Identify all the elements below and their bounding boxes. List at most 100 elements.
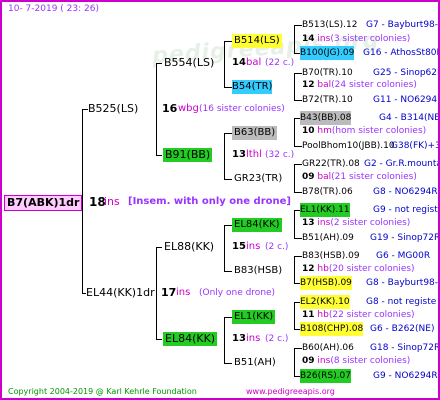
gen4-queen[interactable]: B100(JG).09 <box>300 46 355 60</box>
gen2-note: (2 c.) <box>265 242 289 252</box>
gen3-code: bal <box>317 80 332 90</box>
gen3-note: (20 sister colonies) <box>328 264 415 274</box>
gen4-queen[interactable]: B70(TR).10 <box>302 66 353 80</box>
connector-line <box>294 302 295 329</box>
connector-line <box>294 192 302 193</box>
gen3-queen[interactable]: GR23(TR) <box>234 172 282 186</box>
connector-line <box>294 348 295 376</box>
gen3-note: (8 sister colonies) <box>330 356 411 366</box>
connector-line <box>294 256 302 257</box>
connector-line <box>294 146 302 147</box>
footer-url[interactable]: www.pedigreeapis.org <box>246 385 335 398</box>
gen3-queen[interactable]: B514(LS) <box>232 34 282 48</box>
gen3-note: (22 sister colonies) <box>328 310 415 320</box>
pedigree-frame: pedigreeapis.org 10- 7-2019 ( 23: 26) B7… <box>0 0 440 400</box>
connector-line <box>294 210 295 238</box>
gen4-queen[interactable]: B72(TR).10 <box>302 93 353 107</box>
gen4-info: G7 - Bayburt98-3 <box>366 20 440 30</box>
gen4-queen[interactable]: GR22(TR).08 <box>302 157 360 171</box>
gen4-info: G6 - MG00R <box>376 251 431 261</box>
gen2-number: 15 <box>232 241 246 252</box>
gen3-code: hm <box>317 126 332 136</box>
gen3-number: 09 <box>302 172 315 182</box>
connector-line <box>224 133 225 179</box>
gen4-queen[interactable]: B26(RS).07 <box>300 369 351 383</box>
gen3-queen[interactable]: B83(HSB) <box>234 264 282 278</box>
gen2-queen[interactable]: EL84(KK) <box>163 332 218 346</box>
gen4-queen[interactable]: EL1(KK).11 <box>300 203 350 217</box>
gen1-queen[interactable]: B525(LS) <box>88 102 138 116</box>
gen1-number: 16 <box>162 102 178 115</box>
gen3-number: 09 <box>302 356 315 366</box>
gen4-queen[interactable]: B83(HSB).09 <box>302 249 360 263</box>
gen4-queen[interactable]: PoolBhom10(JBB).10 <box>302 139 395 153</box>
gen2-code: lthl <box>246 149 262 160</box>
connector-line <box>294 73 302 74</box>
gen4-info: G16 - AthosSt80R <box>363 48 440 58</box>
gen4-info: G25 - Sinop62R <box>373 68 440 78</box>
connector-line <box>224 225 232 226</box>
gen4-queen[interactable]: B78(TR).06 <box>302 185 353 199</box>
gen3-queen[interactable]: B63(BB) <box>232 126 278 140</box>
gen2-queen[interactable]: EL88(KK) <box>164 240 214 254</box>
gen4-queen[interactable]: B7(HSB).09 <box>300 276 352 290</box>
gen3-note: (3 sister colonies) <box>330 34 411 44</box>
connector-line <box>294 73 295 100</box>
gen2-queen[interactable]: B554(LS) <box>164 56 214 70</box>
gen1-number: 17 <box>161 286 177 299</box>
gen3-code: ins <box>317 34 331 44</box>
gen4-queen[interactable]: B60(AH).06 <box>302 341 354 355</box>
connector-line <box>294 164 295 192</box>
gen4-info: G8 - Bayburt98-3 <box>366 278 440 288</box>
gen2-number: 13 <box>232 149 246 160</box>
connector-line <box>294 25 295 53</box>
gen2-note: (2 c.) <box>265 334 289 344</box>
gen1-code: wbg <box>178 103 199 114</box>
root-code: ins <box>104 195 120 208</box>
connector-line <box>294 100 302 101</box>
gen4-queen[interactable]: B513(LS).12 <box>302 18 357 32</box>
connector-line <box>294 118 295 146</box>
gen2-code: ins <box>246 333 261 344</box>
gen3-queen[interactable]: B51(AH) <box>234 356 276 370</box>
connector-line <box>224 179 232 180</box>
gen4-info: G19 - Sinop72R <box>370 233 440 243</box>
connector-line <box>224 225 225 271</box>
gen2-number: 13 <box>232 333 246 344</box>
root-note: [Insem. with only one drone] <box>128 196 291 207</box>
gen2-queen[interactable]: B91(BB) <box>163 148 213 162</box>
gen3-code: ins <box>317 218 331 228</box>
gen3-queen[interactable]: B54(TR) <box>232 80 273 94</box>
connector-line <box>294 25 302 26</box>
gen1-note: (16 sister colonies) <box>199 104 285 114</box>
gen4-queen[interactable]: B43(BB).08 <box>300 111 352 125</box>
gen3-code: ins <box>317 356 331 366</box>
connector-line <box>294 256 295 283</box>
gen1-queen[interactable]: EL44(KK)1dr <box>86 286 155 300</box>
root-queen[interactable]: B7(ABK)1dr <box>4 195 83 211</box>
connector-line <box>156 63 157 155</box>
gen3-number: 14 <box>302 34 315 44</box>
gen3-code: hb <box>317 264 329 274</box>
gen4-info: G2 - Gr.R.mounta <box>364 159 440 169</box>
gen3-number: 13 <box>302 218 315 228</box>
connector-line <box>156 339 162 340</box>
gen3-queen[interactable]: EL1(KK) <box>232 310 276 324</box>
gen4-queen[interactable]: B108(CHP).08 <box>300 322 364 336</box>
gen2-note: (32 c.) <box>265 150 295 160</box>
gen3-number: 12 <box>302 80 315 90</box>
gen4-info: G18 - Sinop72R <box>370 343 440 353</box>
gen4-info: G38(FK)+3 <box>391 141 440 151</box>
connector-line <box>224 317 232 318</box>
gen4-info: G8 - NO6294R <box>373 187 438 197</box>
gen3-queen[interactable]: EL84(KK) <box>232 218 282 232</box>
gen4-queen[interactable]: B51(AH).09 <box>302 231 354 245</box>
connector-line <box>224 363 232 364</box>
connector-line <box>224 271 232 272</box>
gen4-queen[interactable]: EL2(KK).10 <box>300 295 350 309</box>
gen4-info: G8 - not registe <box>366 297 437 307</box>
connector-line <box>224 317 225 363</box>
connector-line <box>156 155 162 156</box>
gen1-code: ins <box>176 287 191 298</box>
connector-line <box>294 348 302 349</box>
